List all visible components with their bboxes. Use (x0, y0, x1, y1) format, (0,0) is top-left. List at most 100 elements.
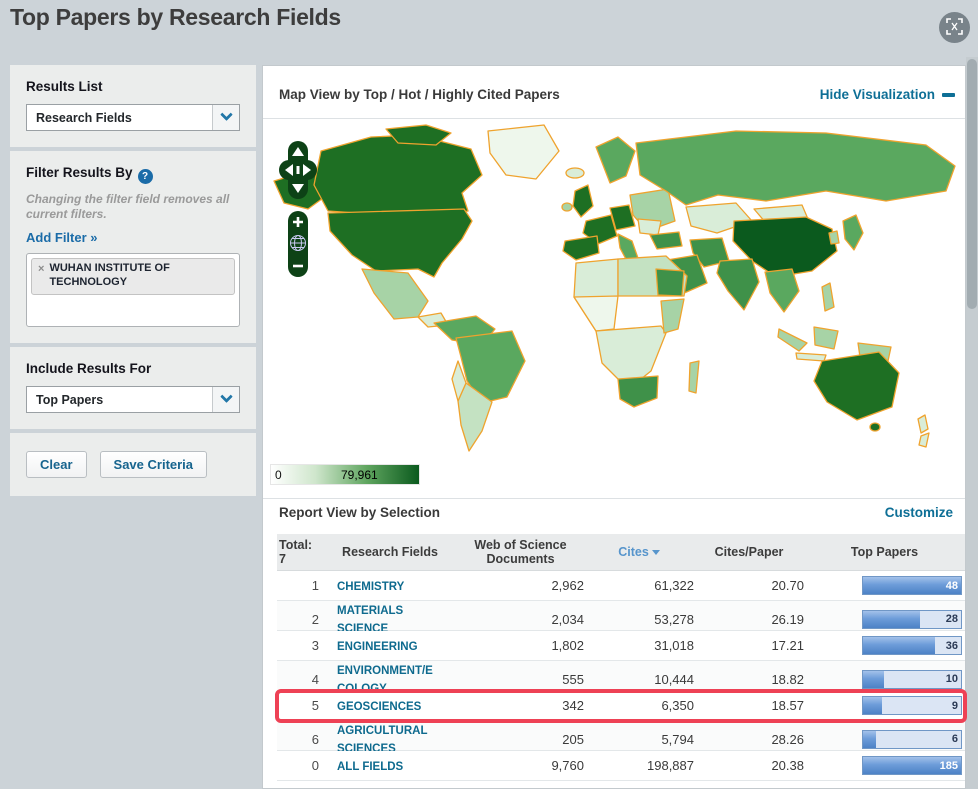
row-cites: 31,018 (654, 638, 694, 653)
row-cites-per-paper: 18.82 (771, 671, 804, 687)
top-papers-bar-value: 48 (945, 579, 958, 592)
top-papers-bar-value: 28 (945, 613, 958, 625)
world-map[interactable] (266, 121, 962, 461)
sidebar: Results List Research Fields Filter Resu… (10, 65, 256, 500)
remove-chip-icon[interactable]: × (38, 262, 44, 290)
row-wos-documents: 1,802 (551, 638, 584, 653)
row-rank: 3 (311, 638, 319, 653)
filter-heading: Filter Results By? (26, 165, 240, 184)
row-wos-documents: 555 (562, 671, 584, 687)
report-table-header: Total: 7 Research Fields Web of Science … (277, 534, 965, 571)
pan-control[interactable] (279, 141, 317, 199)
help-icon[interactable]: ? (137, 169, 153, 184)
top-papers-bar: 9 (862, 696, 962, 715)
top-papers-bar-fill (863, 637, 935, 654)
results-list-select-caret-zone[interactable] (212, 105, 239, 130)
filter-chip-label: WUHAN INSTITUTE OF TECHNOLOGY (49, 262, 170, 288)
report-table: Total: 7 Research Fields Web of Science … (275, 534, 967, 781)
divider (263, 498, 965, 499)
top-papers-bar-value: 185 (939, 759, 958, 772)
research-field-link[interactable]: CHEMISTRY (337, 581, 404, 593)
top-papers-bar-fill (863, 670, 884, 688)
world-map-svg (273, 124, 956, 452)
filter-chip: × WUHAN INSTITUTE OF TECHNOLOGY (31, 258, 235, 295)
hide-visualization-label: Hide Visualization (819, 87, 935, 102)
top-papers-bar-value: 6 (951, 733, 958, 745)
row-rank: 0 (311, 758, 319, 773)
row-cites-per-paper: 20.38 (771, 758, 804, 773)
minus-icon (942, 92, 955, 97)
chevron-down-icon (219, 108, 233, 122)
top-papers-bar-value: 36 (945, 639, 958, 652)
include-results-select[interactable]: Top Papers (26, 386, 240, 413)
include-results-section: Include Results For Top Papers (10, 347, 256, 429)
column-header-cites[interactable]: Cites (584, 545, 694, 559)
scale-max-label: 79,961 (341, 468, 378, 482)
chevron-down-icon (219, 390, 233, 404)
row-cites-per-paper: 26.19 (771, 611, 804, 627)
clear-button[interactable]: Clear (26, 451, 87, 478)
page-title: Top Papers by Research Fields (10, 4, 341, 30)
include-results-heading: Include Results For (26, 361, 152, 376)
table-row: 1 CHEMISTRY 2,962 61,322 20.70 48 (277, 571, 965, 601)
main-panel: Map View by Top / Hot / Highly Cited Pap… (262, 65, 967, 789)
top-papers-bar-fill (863, 730, 876, 748)
row-cites-per-paper: 28.26 (771, 731, 804, 747)
table-row: 3 ENGINEERING 1,802 31,018 17.21 36 (277, 631, 965, 661)
row-rank: 4 (311, 671, 319, 687)
include-results-select-caret-zone[interactable] (212, 387, 239, 412)
row-cites: 61,322 (654, 578, 694, 593)
top-papers-bar: 48 (862, 576, 962, 595)
row-cites-per-paper: 17.21 (771, 638, 804, 653)
add-filter-link[interactable]: Add Filter » (26, 230, 98, 245)
results-list-select[interactable]: Research Fields (26, 104, 240, 131)
table-row: 2 MATERIALS SCIENCE 2,034 53,278 26.19 2… (277, 601, 965, 635)
row-wos-documents: 9,760 (551, 758, 584, 773)
page: Top Papers by Research Fields Results Li… (0, 0, 978, 789)
active-filters-box: × WUHAN INSTITUTE OF TECHNOLOGY (26, 253, 240, 327)
table-row: 0 ALL FIELDS 9,760 198,887 20.38 185 (277, 751, 965, 781)
column-header-wos-documents[interactable]: Web of Science Documents (457, 538, 584, 567)
research-field-link[interactable]: GEOSCIENCES (337, 701, 421, 713)
map-color-scale: 0 79,961 (270, 464, 420, 485)
row-wos-documents: 2,962 (551, 578, 584, 593)
scrollbar-thumb[interactable] (967, 59, 977, 309)
column-header-top-papers[interactable]: Top Papers (804, 545, 965, 559)
row-cites-per-paper: 20.70 (771, 578, 804, 593)
customize-link[interactable]: Customize (885, 505, 953, 520)
zoom-control[interactable] (288, 211, 308, 277)
vertical-scrollbar[interactable] (966, 57, 978, 789)
results-list-heading: Results List (26, 79, 103, 94)
row-cites: 5,794 (661, 731, 694, 747)
research-field-link[interactable]: ALL FIELDS (337, 761, 403, 773)
map-landmasses (273, 124, 956, 452)
top-papers-bar: 6 (862, 729, 962, 749)
sort-desc-icon (651, 549, 660, 555)
row-rank: 1 (311, 578, 319, 593)
fullscreen-button[interactable] (939, 12, 970, 43)
research-field-link[interactable]: ENGINEERING (337, 641, 418, 653)
top-papers-bar-value: 9 (951, 699, 958, 712)
row-cites: 6,350 (661, 698, 694, 713)
row-cites: 10,444 (654, 671, 694, 687)
map-navigation-controls (279, 141, 317, 334)
hide-visualization-link[interactable]: Hide Visualization (820, 87, 955, 102)
row-rank: 2 (311, 611, 319, 627)
column-header-research-fields[interactable]: Research Fields (323, 545, 457, 559)
table-row: 6 AGRICULTURAL SCIENCES 205 5,794 28.26 … (277, 721, 965, 755)
filter-heading-label: Filter Results By (26, 165, 133, 180)
report-table-body: 1 CHEMISTRY 2,962 61,322 20.70 48 2 MATE… (275, 571, 967, 781)
row-wos-documents: 2,034 (551, 611, 584, 627)
filter-note: Changing the filter field removes all cu… (26, 192, 230, 221)
row-wos-documents: 342 (562, 698, 584, 713)
divider (263, 118, 965, 119)
table-row: 4 ENVIRONMENT/E COLOGY 555 10,444 18.82 … (277, 661, 965, 695)
fullscreen-icon (946, 17, 963, 38)
scale-min-label: 0 (275, 468, 282, 482)
save-criteria-button[interactable]: Save Criteria (99, 451, 208, 478)
top-papers-bar: 28 (862, 609, 962, 629)
map-view-header: Map View by Top / Hot / Highly Cited Pap… (263, 66, 965, 118)
row-wos-documents: 205 (562, 731, 584, 747)
column-header-cites-per-paper[interactable]: Cites/Paper (694, 545, 804, 559)
cites-label: Cites (618, 544, 649, 559)
